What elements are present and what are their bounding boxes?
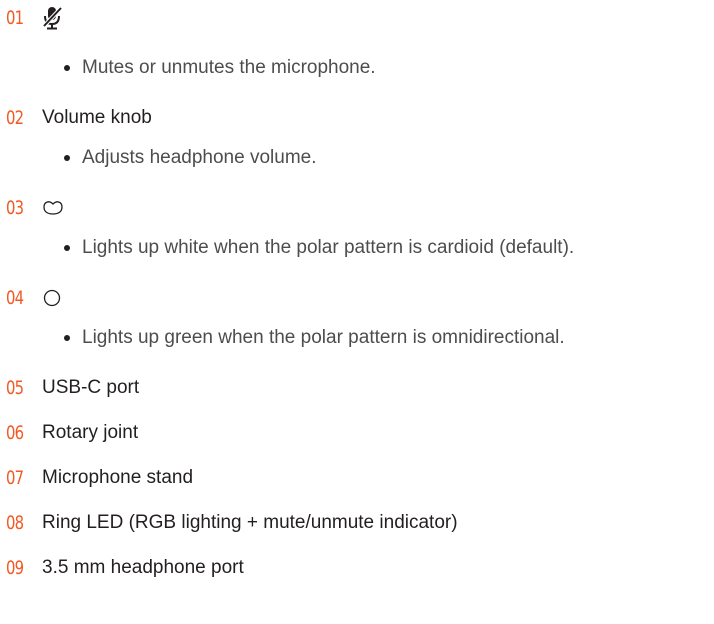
item-label: USB-C port: [42, 377, 140, 398]
item-number: 01: [6, 7, 24, 29]
item-description: Mutes or unmutes the microphone.: [82, 57, 376, 78]
item-number: 04: [6, 287, 24, 309]
cardioid-pattern-icon: [42, 193, 64, 223]
bullet-dot: [64, 245, 70, 251]
item-description: Lights up green when the polar pattern i…: [82, 327, 565, 348]
item-description: Lights up white when the polar pattern i…: [82, 237, 575, 258]
item-number: 02: [6, 107, 24, 129]
page: { "items": [ {"number": "01", "icon": "m…: [0, 0, 714, 624]
omnidirectional-pattern-icon: [42, 283, 62, 313]
item-label: Volume knob: [42, 107, 152, 128]
item-number: 06: [6, 422, 24, 444]
item-description: Adjusts headphone volume.: [82, 147, 317, 168]
item-number: 09: [6, 557, 24, 579]
bullet-dot: [64, 65, 70, 71]
item-label: 3.5 mm headphone port: [42, 557, 244, 578]
item-number: 07: [6, 467, 24, 489]
item-number: 08: [6, 512, 24, 534]
item-number: 03: [6, 197, 24, 219]
item-number: 05: [6, 377, 24, 399]
item-label: Ring LED (RGB lighting + mute/unmute ind…: [42, 512, 458, 533]
item-label: Microphone stand: [42, 467, 194, 488]
item-label: Rotary joint: [42, 422, 139, 443]
bullet-dot: [64, 155, 70, 161]
mic-mute-icon: [42, 3, 64, 33]
bullet-dot: [64, 335, 70, 341]
